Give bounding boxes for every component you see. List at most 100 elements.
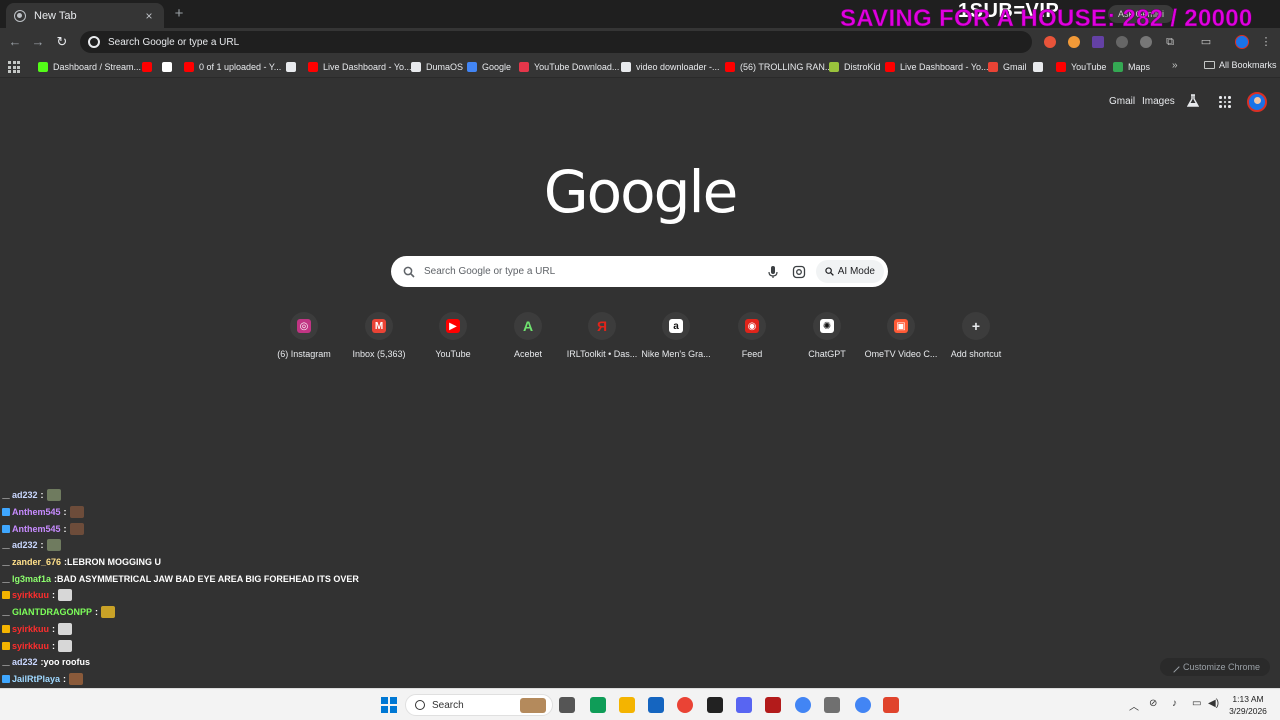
shortcut-icon-circle: ▶ bbox=[439, 312, 467, 340]
apps-grid-icon[interactable] bbox=[8, 61, 20, 73]
tray-volume-icon[interactable]: ◀) bbox=[1208, 698, 1219, 709]
task-view-icon[interactable] bbox=[559, 697, 575, 713]
settings-icon[interactable] bbox=[824, 697, 840, 713]
tray-display-icon[interactable]: ▭ bbox=[1192, 698, 1201, 709]
bookmark-item[interactable]: Gmail bbox=[988, 60, 1027, 74]
all-bookmarks-button[interactable]: All Bookmarks bbox=[1204, 60, 1277, 70]
chrome-icon[interactable] bbox=[677, 697, 693, 713]
forward-button[interactable]: → bbox=[29, 33, 47, 51]
extensions-puzzle-icon[interactable]: ⧉ bbox=[1163, 35, 1177, 49]
bookmark-item[interactable]: DistroKid bbox=[829, 60, 881, 74]
tray-network-icon[interactable]: ⊘ bbox=[1149, 698, 1157, 709]
gmail-link[interactable]: Gmail bbox=[1109, 96, 1135, 107]
shortcut-tile[interactable]: + Add shortcut bbox=[938, 312, 1014, 372]
chrome-dev-icon[interactable] bbox=[795, 697, 811, 713]
bookmark-item[interactable]: DumaOS bbox=[411, 60, 463, 74]
bookmark-item[interactable]: Google bbox=[467, 60, 511, 74]
bookmark-item[interactable] bbox=[1033, 60, 1048, 74]
shortcut-tile[interactable]: M Inbox (5,363) bbox=[341, 312, 417, 372]
profile-avatar-icon[interactable] bbox=[1235, 35, 1249, 49]
back-button[interactable]: ← bbox=[6, 33, 24, 51]
screen: New Tab × + 1SUB=VIP Ask Gemini SAVING F… bbox=[0, 0, 1280, 720]
extension-brave-icon[interactable] bbox=[1068, 36, 1080, 48]
obs-icon[interactable] bbox=[707, 697, 723, 713]
chat-emote-icon bbox=[69, 522, 84, 535]
shortcut-tile[interactable]: a Nike Men's Gra... bbox=[638, 312, 714, 372]
shortcut-tile[interactable]: ▶ YouTube bbox=[415, 312, 491, 372]
ai-mode-button[interactable]: AI Mode bbox=[815, 260, 884, 283]
bookmark-label: Live Dashboard - Yo... bbox=[900, 62, 989, 72]
shortcut-tile[interactable]: ◎ (6) Instagram bbox=[266, 312, 342, 372]
account-avatar[interactable] bbox=[1247, 92, 1267, 112]
chat-emote-icon bbox=[58, 639, 73, 652]
extension-flame-icon[interactable] bbox=[1044, 36, 1056, 48]
bookmark-item[interactable] bbox=[162, 60, 177, 74]
edge-icon[interactable] bbox=[590, 697, 606, 713]
discord-icon[interactable] bbox=[736, 697, 752, 713]
taskbar-search[interactable]: Search bbox=[405, 694, 553, 716]
chat-badge-icon bbox=[2, 624, 10, 633]
app-icon[interactable] bbox=[883, 697, 899, 713]
bookmark-item[interactable]: YouTube Download... bbox=[519, 60, 619, 74]
taskbar-clock[interactable]: 1:13 AM 3/29/2026 bbox=[1224, 693, 1272, 717]
shortcut-icon-circle: ▣ bbox=[887, 312, 915, 340]
tab-title: New Tab bbox=[34, 9, 77, 22]
bookmark-item[interactable]: Maps bbox=[1113, 60, 1150, 74]
file-explorer-icon[interactable] bbox=[619, 697, 635, 713]
bookmark-item[interactable]: 0 of 1 uploaded - Y... bbox=[184, 60, 281, 74]
shortcut-tile[interactable]: ✺ ChatGPT bbox=[789, 312, 865, 372]
adobe-icon[interactable] bbox=[765, 697, 781, 713]
ai-mode-label: AI Mode bbox=[837, 266, 875, 277]
tab-new-tab[interactable]: New Tab × bbox=[6, 3, 164, 28]
chat-badge-icon bbox=[2, 541, 10, 550]
bookmark-item[interactable]: (56) TROLLING RAN... bbox=[725, 60, 832, 74]
chat-message: ad232: bbox=[2, 487, 422, 504]
bookmark-item[interactable] bbox=[142, 60, 157, 74]
bookmark-item[interactable]: Live Dashboard - Yo... bbox=[885, 60, 989, 74]
bookmark-item[interactable]: Dashboard / Stream... bbox=[38, 60, 141, 74]
microphone-icon[interactable] bbox=[766, 265, 780, 279]
bookmark-item[interactable]: Live Dashboard - Yo... bbox=[308, 60, 412, 74]
chrome-menu-icon[interactable]: ⋮ bbox=[1259, 35, 1273, 49]
extension-gray-2-icon[interactable] bbox=[1140, 36, 1152, 48]
new-tab-button[interactable]: + bbox=[170, 5, 188, 23]
bookmark-item[interactable]: video downloader -... bbox=[621, 60, 720, 74]
shortcut-label: OmeTV Video C... bbox=[864, 349, 938, 359]
ntp-search-box[interactable]: AI Mode bbox=[391, 256, 888, 287]
chat-emote-icon bbox=[58, 589, 73, 602]
shortcut-label: Add shortcut bbox=[950, 349, 1002, 359]
chat-username: syirkkuu bbox=[12, 623, 50, 634]
tray-chevron-icon[interactable]: ︿ bbox=[1129, 698, 1139, 713]
reload-button[interactable]: ↻ bbox=[53, 33, 71, 51]
google-lens-icon[interactable] bbox=[792, 265, 806, 279]
extension-p-icon[interactable] bbox=[1092, 36, 1104, 48]
store-icon[interactable] bbox=[648, 697, 664, 713]
bookmark-label: 0 of 1 uploaded - Y... bbox=[199, 62, 282, 72]
tab-close-icon[interactable]: × bbox=[142, 9, 156, 23]
bookmark-label: DumaOS bbox=[426, 62, 464, 72]
chat-separator: : bbox=[95, 607, 99, 618]
chat-username: syirkkuu bbox=[12, 640, 50, 651]
chrome-active-icon[interactable] bbox=[855, 697, 871, 713]
shortcut-tile[interactable]: Я IRLToolkit • Das... bbox=[564, 312, 640, 372]
bookmark-item[interactable] bbox=[286, 60, 301, 74]
shortcut-tile[interactable]: ▣ OmeTV Video C... bbox=[863, 312, 939, 372]
chat-message: lg3maf1a: BAD ASYMMETRICAL JAW BAD EYE A… bbox=[2, 570, 422, 587]
bookmark-favicon-icon bbox=[621, 62, 631, 72]
shortcut-tile[interactable]: ◉ Feed bbox=[714, 312, 790, 372]
labs-flask-icon[interactable] bbox=[1187, 94, 1199, 108]
shortcut-tile[interactable]: A Acebet bbox=[490, 312, 566, 372]
ntp-search-input[interactable] bbox=[424, 266, 766, 277]
bookmark-item[interactable]: YouTube bbox=[1056, 60, 1106, 74]
omnibox-input[interactable] bbox=[108, 36, 1032, 48]
google-apps-icon[interactable] bbox=[1219, 96, 1231, 108]
windows-start-icon[interactable] bbox=[381, 697, 397, 713]
extension-gray-icon[interactable] bbox=[1116, 36, 1128, 48]
tray-mic-icon[interactable]: ♪ bbox=[1172, 698, 1177, 709]
customize-chrome-button[interactable]: Customize Chrome bbox=[1160, 658, 1270, 676]
bookmarks-overflow-icon[interactable]: » bbox=[1172, 60, 1178, 71]
chat-username: ad232 bbox=[12, 490, 38, 501]
tab-search-icon[interactable]: ▭ bbox=[1199, 35, 1213, 49]
images-link[interactable]: Images bbox=[1142, 96, 1175, 107]
omnibox[interactable] bbox=[80, 31, 1032, 53]
